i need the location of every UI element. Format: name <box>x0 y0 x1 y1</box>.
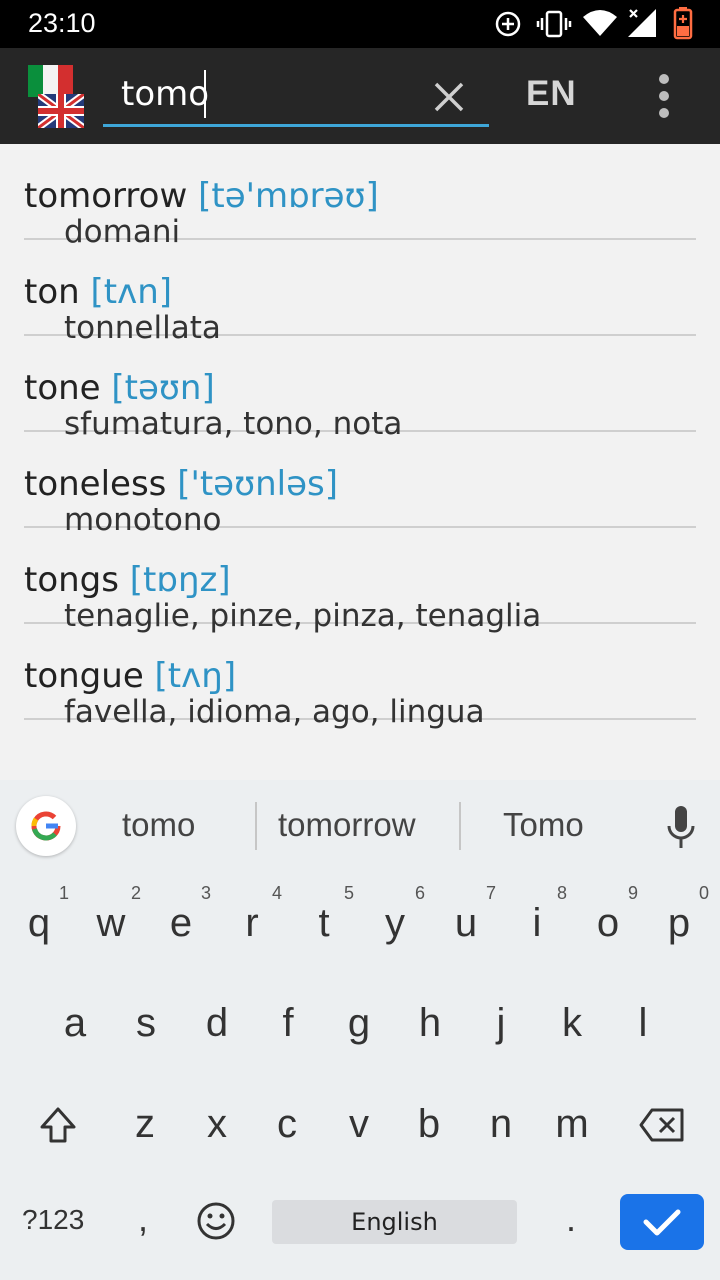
key-n[interactable]: n <box>465 1078 537 1178</box>
key-p[interactable]: 0p <box>643 877 715 977</box>
text-cursor <box>204 70 206 118</box>
entry-pronunciation: [tʌŋ] <box>154 656 237 696</box>
key-t[interactable]: 5t <box>288 877 360 977</box>
suggestion-3[interactable]: Tomo <box>503 806 584 844</box>
key-c[interactable]: c <box>251 1078 323 1178</box>
key-w[interactable]: 2w <box>75 877 147 977</box>
app-bar: EN <box>0 48 720 144</box>
key-k[interactable]: k <box>536 977 608 1077</box>
overflow-menu-icon[interactable] <box>655 74 673 118</box>
cell-signal-icon <box>628 9 656 37</box>
entry-term: tomorrow [tə'mɒrəʊ] <box>24 176 379 216</box>
key-d[interactable]: d <box>181 977 253 1077</box>
enter-key[interactable] <box>620 1194 704 1250</box>
google-icon[interactable] <box>16 796 76 856</box>
backspace-icon[interactable] <box>638 1107 686 1143</box>
key-v[interactable]: v <box>323 1078 395 1178</box>
key-r[interactable]: 4r <box>216 877 288 977</box>
entry-translation: favella, idioma, ago, lingua <box>64 694 485 730</box>
soft-keyboard: tomo tomorrow Tomo 1q 2w 3e 4r 5t 6y 7u … <box>0 780 720 1280</box>
entry-term: ton [tʌn] <box>24 272 172 312</box>
key-a[interactable]: a <box>39 977 111 1077</box>
data-saver-icon <box>495 11 521 37</box>
suggestion-1[interactable]: tomo <box>122 806 195 844</box>
key-i[interactable]: 8i <box>501 877 573 977</box>
shift-key-icon[interactable] <box>38 1105 78 1145</box>
italian-flag-icon[interactable] <box>28 65 73 97</box>
entry-term: tone [təʊn] <box>24 368 215 408</box>
key-h[interactable]: h <box>394 977 466 1077</box>
list-item[interactable]: ton [tʌn] tonnellata <box>24 240 696 346</box>
uk-flag-icon[interactable] <box>38 94 84 128</box>
entry-word: tone <box>24 368 101 408</box>
status-bar: 23:10 <box>0 0 720 48</box>
entry-pronunciation: ['təʊnləs] <box>177 464 338 504</box>
entry-word: ton <box>24 272 80 312</box>
entry-word: tongue <box>24 656 144 696</box>
comma-key[interactable]: , <box>138 1198 148 1240</box>
vibrate-icon <box>536 10 572 38</box>
battery-charging-icon <box>673 7 693 40</box>
key-y[interactable]: 6y <box>359 877 431 977</box>
key-x[interactable]: x <box>181 1078 253 1178</box>
list-item[interactable]: toneless ['təʊnləs] monotono <box>24 432 696 538</box>
entry-term: tongue [tʌŋ] <box>24 656 236 696</box>
microphone-icon[interactable] <box>664 804 698 852</box>
list-item[interactable]: tone [təʊn] sfumatura, tono, nota <box>24 336 696 442</box>
entry-pronunciation: [tʌn] <box>90 272 173 312</box>
space-bar[interactable]: English <box>272 1200 517 1244</box>
period-key[interactable]: . <box>566 1198 576 1240</box>
suggestion-divider <box>255 802 257 850</box>
entry-word: tongs <box>24 560 119 600</box>
entry-word: toneless <box>24 464 167 504</box>
language-toggle-button[interactable]: EN <box>526 74 577 114</box>
key-l[interactable]: l <box>607 977 679 1077</box>
key-e[interactable]: 3e <box>145 877 217 977</box>
list-item[interactable]: tongs [tɒŋz] tenaglie, pinze, pinza, ten… <box>24 528 696 634</box>
key-b[interactable]: b <box>393 1078 465 1178</box>
entry-term: tongs [tɒŋz] <box>24 560 231 600</box>
list-item[interactable]: tomorrow [tə'mɒrəʊ] domani <box>24 144 696 250</box>
key-u[interactable]: 7u <box>430 877 502 977</box>
search-underline <box>103 124 489 127</box>
clear-search-icon[interactable] <box>428 76 470 118</box>
entry-pronunciation: [tɒŋz] <box>129 560 231 600</box>
key-o[interactable]: 9o <box>572 877 644 977</box>
key-j[interactable]: j <box>465 977 537 1077</box>
suggestion-2[interactable]: tomorrow <box>278 806 416 844</box>
search-input[interactable] <box>103 68 421 120</box>
key-s[interactable]: s <box>110 977 182 1077</box>
symbols-key[interactable]: ?123 <box>22 1204 84 1236</box>
key-f[interactable]: f <box>252 977 324 1077</box>
key-z[interactable]: z <box>109 1078 181 1178</box>
key-g[interactable]: g <box>323 977 395 1077</box>
emoji-icon[interactable] <box>196 1201 236 1241</box>
key-q[interactable]: 1q <box>3 877 75 977</box>
checkmark-icon <box>643 1209 681 1236</box>
entry-term: toneless ['təʊnləs] <box>24 464 338 504</box>
status-time: 23:10 <box>28 8 96 38</box>
results-list: tomorrow [tə'mɒrəʊ] domani ton [tʌn] ton… <box>0 144 720 780</box>
entry-pronunciation: [tə'mɒrəʊ] <box>198 176 379 216</box>
key-m[interactable]: m <box>536 1078 608 1178</box>
wifi-icon <box>583 10 617 36</box>
list-item[interactable]: tongue [tʌŋ] favella, idioma, ago, lingu… <box>24 624 696 730</box>
suggestion-strip: tomo tomorrow Tomo <box>0 780 720 870</box>
entry-pronunciation: [təʊn] <box>111 368 215 408</box>
suggestion-divider <box>459 802 461 850</box>
entry-word: tomorrow <box>24 176 188 216</box>
